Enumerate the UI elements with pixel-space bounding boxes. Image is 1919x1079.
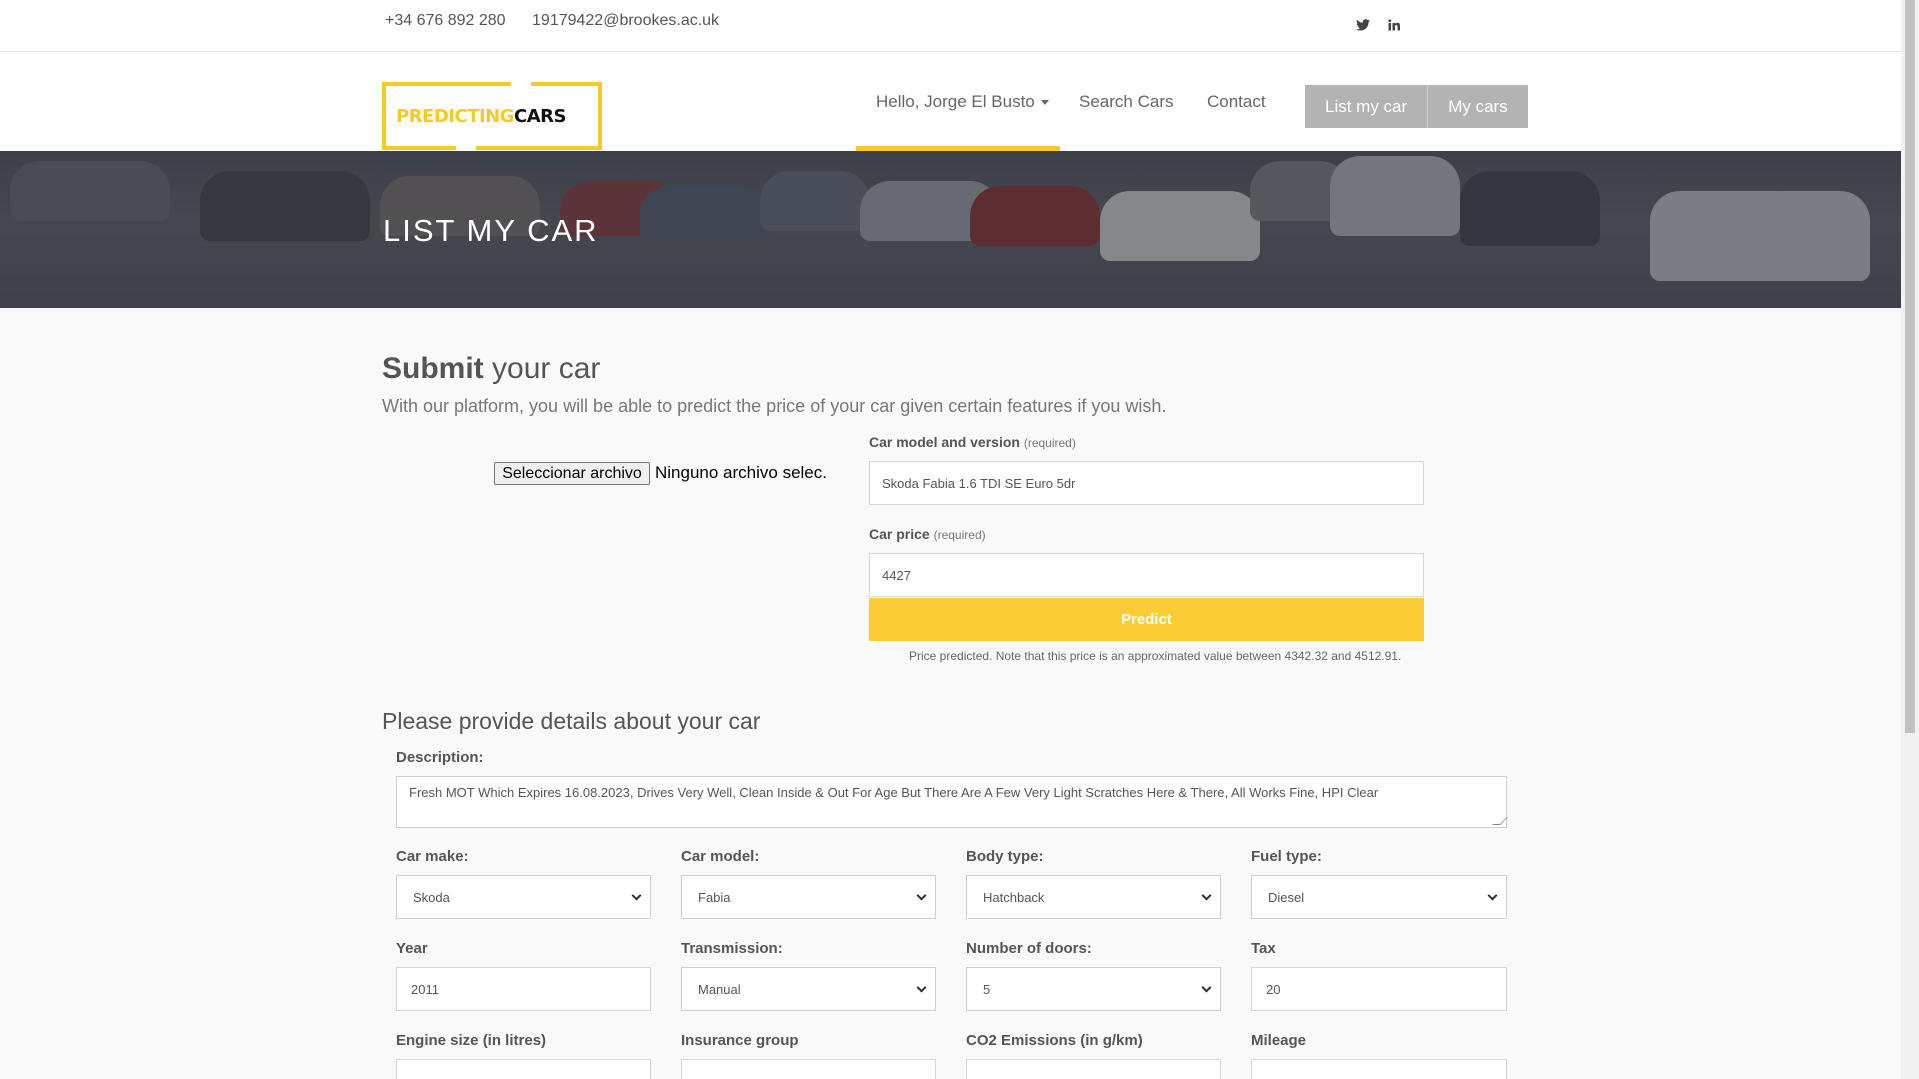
body-type-label: Body type: bbox=[966, 848, 1044, 865]
predict-button[interactable]: Predict bbox=[869, 598, 1424, 641]
submit-title-rest: your car bbox=[483, 352, 601, 385]
contact-info: +34 676 892 280 19179422@brookes.ac.uk bbox=[385, 12, 741, 30]
car-price-input[interactable]: 4427 bbox=[869, 553, 1424, 597]
page: +34 676 892 280 19179422@brookes.ac.uk P… bbox=[0, 0, 1901, 1079]
co2-label: CO2 Emissions (in g/km) bbox=[966, 1032, 1143, 1049]
linkedin-icon[interactable] bbox=[1388, 18, 1400, 34]
predictingcars-logo[interactable]: PREDICTINGCARS bbox=[382, 82, 602, 150]
chevron-down-icon bbox=[916, 890, 927, 901]
year-label: Year bbox=[396, 940, 428, 957]
mileage-label: Mileage bbox=[1251, 1032, 1307, 1049]
select-value: Diesel bbox=[1268, 889, 1305, 905]
file-status-label: Ninguno archivo selec. bbox=[655, 463, 827, 482]
scrollbar-thumb[interactable] bbox=[1905, 0, 1915, 733]
page-title: LIST MY CAR bbox=[383, 213, 599, 248]
label-text: Car price bbox=[869, 526, 930, 542]
file-select-button[interactable]: Seleccionar archivo bbox=[494, 462, 650, 485]
twitter-icon[interactable] bbox=[1356, 18, 1374, 34]
body-type-select[interactable]: Hatchback bbox=[966, 875, 1221, 919]
nav-search-cars[interactable]: Search Cars bbox=[1079, 92, 1173, 112]
submit-section-title: Submit your car bbox=[382, 352, 600, 386]
user-menu-dropdown[interactable]: Hello, Jorge El Busto bbox=[876, 92, 1049, 112]
logo-text: PREDICTINGCARS bbox=[396, 106, 566, 127]
phone-number: +34 676 892 280 bbox=[385, 12, 506, 29]
chevron-down-icon bbox=[916, 982, 927, 993]
select-value: Fabia bbox=[698, 889, 731, 905]
prediction-note: Price predicted. Note that this price is… bbox=[909, 649, 1402, 663]
select-value: Hatchback bbox=[983, 889, 1045, 905]
tax-input[interactable]: 20 bbox=[1251, 967, 1507, 1011]
engine-size-label: Engine size (in litres) bbox=[396, 1032, 547, 1049]
resize-grip-icon[interactable] bbox=[1492, 817, 1508, 825]
mileage-input[interactable] bbox=[1251, 1059, 1507, 1079]
car-price-label: Car price (required) bbox=[869, 526, 986, 542]
nav-button-group: List my car My cars bbox=[1305, 85, 1528, 128]
co2-input[interactable] bbox=[966, 1059, 1221, 1079]
logo-text-part2: CARS bbox=[514, 106, 566, 127]
logo-text-part1: PREDICTING bbox=[396, 106, 515, 127]
doors-select[interactable]: 5 bbox=[966, 967, 1221, 1011]
transmission-label: Transmission: bbox=[681, 940, 783, 957]
car-model-select[interactable]: Fabia bbox=[681, 875, 936, 919]
select-value: Manual bbox=[698, 981, 741, 997]
fuel-type-select[interactable]: Diesel bbox=[1251, 875, 1507, 919]
caret-down-icon bbox=[1040, 100, 1049, 106]
logo-gap bbox=[511, 82, 531, 86]
description-textarea[interactable]: Fresh MOT Which Expires 16.08.2023, Driv… bbox=[396, 776, 1508, 828]
required-hint: (required) bbox=[1023, 436, 1076, 450]
banner-overlay bbox=[0, 151, 1901, 308]
email-address[interactable]: 19179422@brookes.ac.uk bbox=[532, 12, 719, 29]
description-text: Fresh MOT Which Expires 16.08.2023, Driv… bbox=[409, 785, 1379, 800]
fuel-type-label: Fuel type: bbox=[1251, 848, 1322, 865]
car-model-version-input[interactable]: Skoda Fabia 1.6 TDI SE Euro 5dr bbox=[869, 461, 1424, 505]
logo-gap bbox=[456, 146, 476, 150]
user-greeting: Hello, Jorge El Busto bbox=[876, 92, 1035, 111]
label-text: Car model and version bbox=[869, 434, 1020, 450]
nav-contact[interactable]: Contact bbox=[1207, 92, 1266, 112]
engine-size-input[interactable] bbox=[396, 1059, 651, 1079]
transmission-select[interactable]: Manual bbox=[681, 967, 936, 1011]
submit-section-subtitle: With our platform, you will be able to p… bbox=[382, 396, 1167, 416]
description-label: Description: bbox=[396, 749, 484, 766]
list-my-car-button[interactable]: List my car bbox=[1305, 85, 1428, 128]
car-model-version-label: Car model and version (required) bbox=[869, 434, 1076, 450]
insurance-group-input[interactable] bbox=[681, 1059, 936, 1079]
chevron-down-icon bbox=[1201, 890, 1212, 901]
required-hint: (required) bbox=[933, 528, 986, 542]
chevron-down-icon bbox=[1487, 890, 1498, 901]
social-links bbox=[1356, 18, 1414, 34]
select-value: Skoda bbox=[413, 889, 450, 905]
details-section-title: Please provide details about your car bbox=[382, 708, 761, 734]
chevron-down-icon bbox=[1201, 982, 1212, 993]
submit-title-bold: Submit bbox=[382, 352, 484, 385]
tax-label: Tax bbox=[1251, 940, 1276, 957]
insurance-group-label: Insurance group bbox=[681, 1032, 799, 1049]
my-cars-button[interactable]: My cars bbox=[1427, 85, 1528, 128]
car-model-label: Car model: bbox=[681, 848, 760, 865]
year-input[interactable]: 2011 bbox=[396, 967, 651, 1011]
top-bar: +34 676 892 280 19179422@brookes.ac.uk bbox=[0, 0, 1901, 52]
car-make-select[interactable]: Skoda bbox=[396, 875, 651, 919]
page-scrollbar[interactable] bbox=[1901, 0, 1919, 1079]
car-make-label: Car make: bbox=[396, 848, 469, 865]
select-value: 5 bbox=[983, 981, 991, 997]
chevron-down-icon bbox=[631, 890, 642, 901]
page-banner: LIST MY CAR bbox=[0, 151, 1901, 308]
doors-label: Number of doors: bbox=[966, 940, 1092, 957]
